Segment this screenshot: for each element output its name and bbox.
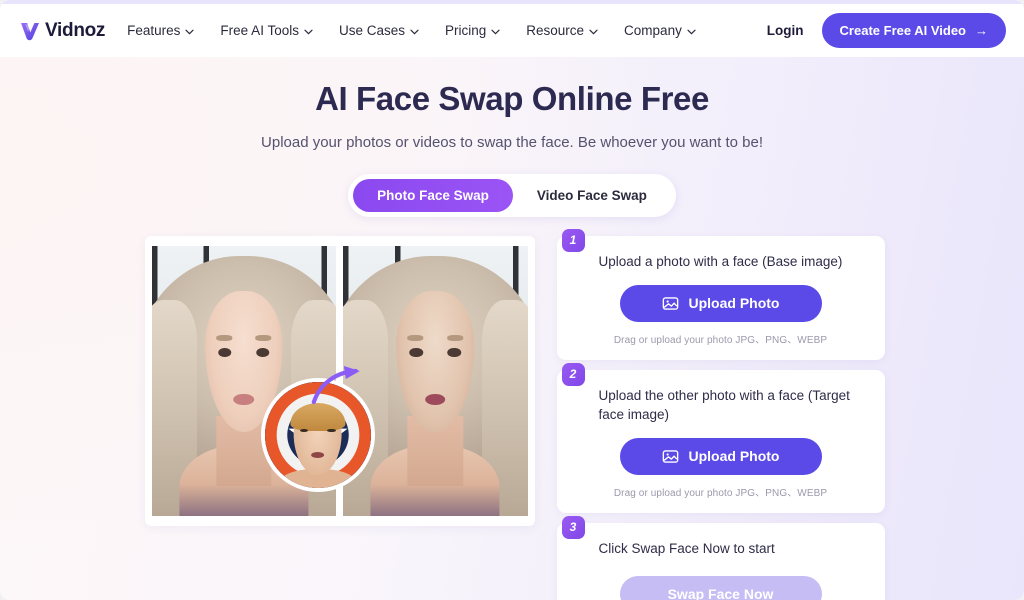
step-title: Click Swap Face Now to start [598,540,775,556]
eyebrow-right [446,335,464,341]
upload-button-label: Upload Photo [688,448,780,465]
upload-photo-button-base[interactable]: Upload Photo [619,284,822,322]
steps-panel: 1 Upload a photo with a face (Base image… [556,228,885,600]
cta-label: Create Free AI Video [839,23,966,38]
preview-inner [151,245,528,516]
mouth-shape [233,393,254,406]
eyebrow-left [215,335,233,341]
eye-left [218,347,232,358]
nav-item-label: Pricing [445,23,487,38]
top-navbar: Vidnoz Features Free AI Tools Use Cases [0,4,1024,57]
preview-after-image [343,245,528,516]
create-free-ai-video-button[interactable]: Create Free AI Video → [821,13,1006,48]
step-number-badge: 1 [561,228,585,252]
image-upload-icon [662,448,679,465]
nav-right-group: Login Create Free AI Video → [767,13,1006,48]
chevron-down-icon [687,29,696,35]
page-root: Vidnoz Features Free AI Tools Use Cases [0,0,1024,600]
login-link[interactable]: Login [767,23,804,38]
main-content-row: 1 Upload a photo with a face (Base image… [0,228,1024,600]
step-title: Upload the other photo with a face (Targ… [598,387,850,423]
chevron-down-icon [491,29,500,35]
arrow-right-icon: → [975,23,988,38]
step-card-3: 3 Click Swap Face Now to start Swap Face… [556,515,885,600]
tab-photo-face-swap[interactable]: Photo Face Swap [353,178,513,212]
step-card-2: 2 Upload the other photo with a face (Ta… [556,362,885,513]
vidnoz-v-logo-icon [18,19,42,43]
brand-logo[interactable]: Vidnoz [18,19,105,43]
nav-item-features[interactable]: Features [127,23,195,38]
brand-name: Vidnoz [45,19,106,41]
eyebrow-left [407,335,424,341]
page-subtitle: Upload your photos or videos to swap the… [261,133,763,151]
page-title: AI Face Swap Online Free [315,80,709,117]
face-swap-preview-card [144,235,535,526]
mouth-shape [425,393,446,406]
curved-arrow-right-icon [309,364,367,406]
tabs-wrapper: Photo Face Swap Video Face Swap [0,173,1024,217]
face-swap-mode-tabs: Photo Face Swap Video Face Swap [348,173,676,217]
nav-item-resource[interactable]: Resource [526,23,598,38]
eye-right [256,347,270,358]
step-title: Upload a photo with a face (Base image) [598,253,843,269]
step-number-badge: 2 [561,362,585,386]
nav-item-label: Resource [526,23,585,38]
upload-hint-text: Drag or upload your photo JPG、PNG、WEBP [613,334,828,346]
chevron-down-icon [304,29,313,35]
swap-face-now-button[interactable]: Swap Face Now [619,575,822,600]
eyebrow-right [255,335,272,341]
upload-photo-button-target[interactable]: Upload Photo [619,437,822,475]
nav-item-pricing[interactable]: Pricing [445,23,500,38]
nav-item-label: Features [127,23,181,38]
chevron-down-icon [410,29,419,35]
step-card-1: 1 Upload a photo with a face (Base image… [556,228,885,360]
nav-links: Features Free AI Tools Use Cases Pricing [127,23,696,38]
tab-video-face-swap[interactable]: Video Face Swap [513,179,671,212]
step-number-badge: 3 [561,515,585,539]
upload-button-label: Upload Photo [688,295,780,312]
chevron-down-icon [589,29,598,35]
nav-item-label: Free AI Tools [220,23,299,38]
nav-item-free-ai-tools[interactable]: Free AI Tools [220,23,313,38]
upload-hint-text: Drag or upload your photo JPG、PNG、WEBP [613,487,828,499]
inset-eye-left [299,428,308,433]
chevron-down-icon [185,29,195,35]
eye-left [409,347,423,358]
nav-item-label: Company [624,23,682,38]
image-upload-icon [662,295,679,312]
nav-item-company[interactable]: Company [624,23,696,38]
nav-item-label: Use Cases [338,23,405,38]
hero-section: AI Face Swap Online Free Upload your pho… [0,57,1024,600]
nav-item-use-cases[interactable]: Use Cases [339,23,419,38]
eye-right [447,347,461,358]
inset-eye-right [327,428,336,433]
